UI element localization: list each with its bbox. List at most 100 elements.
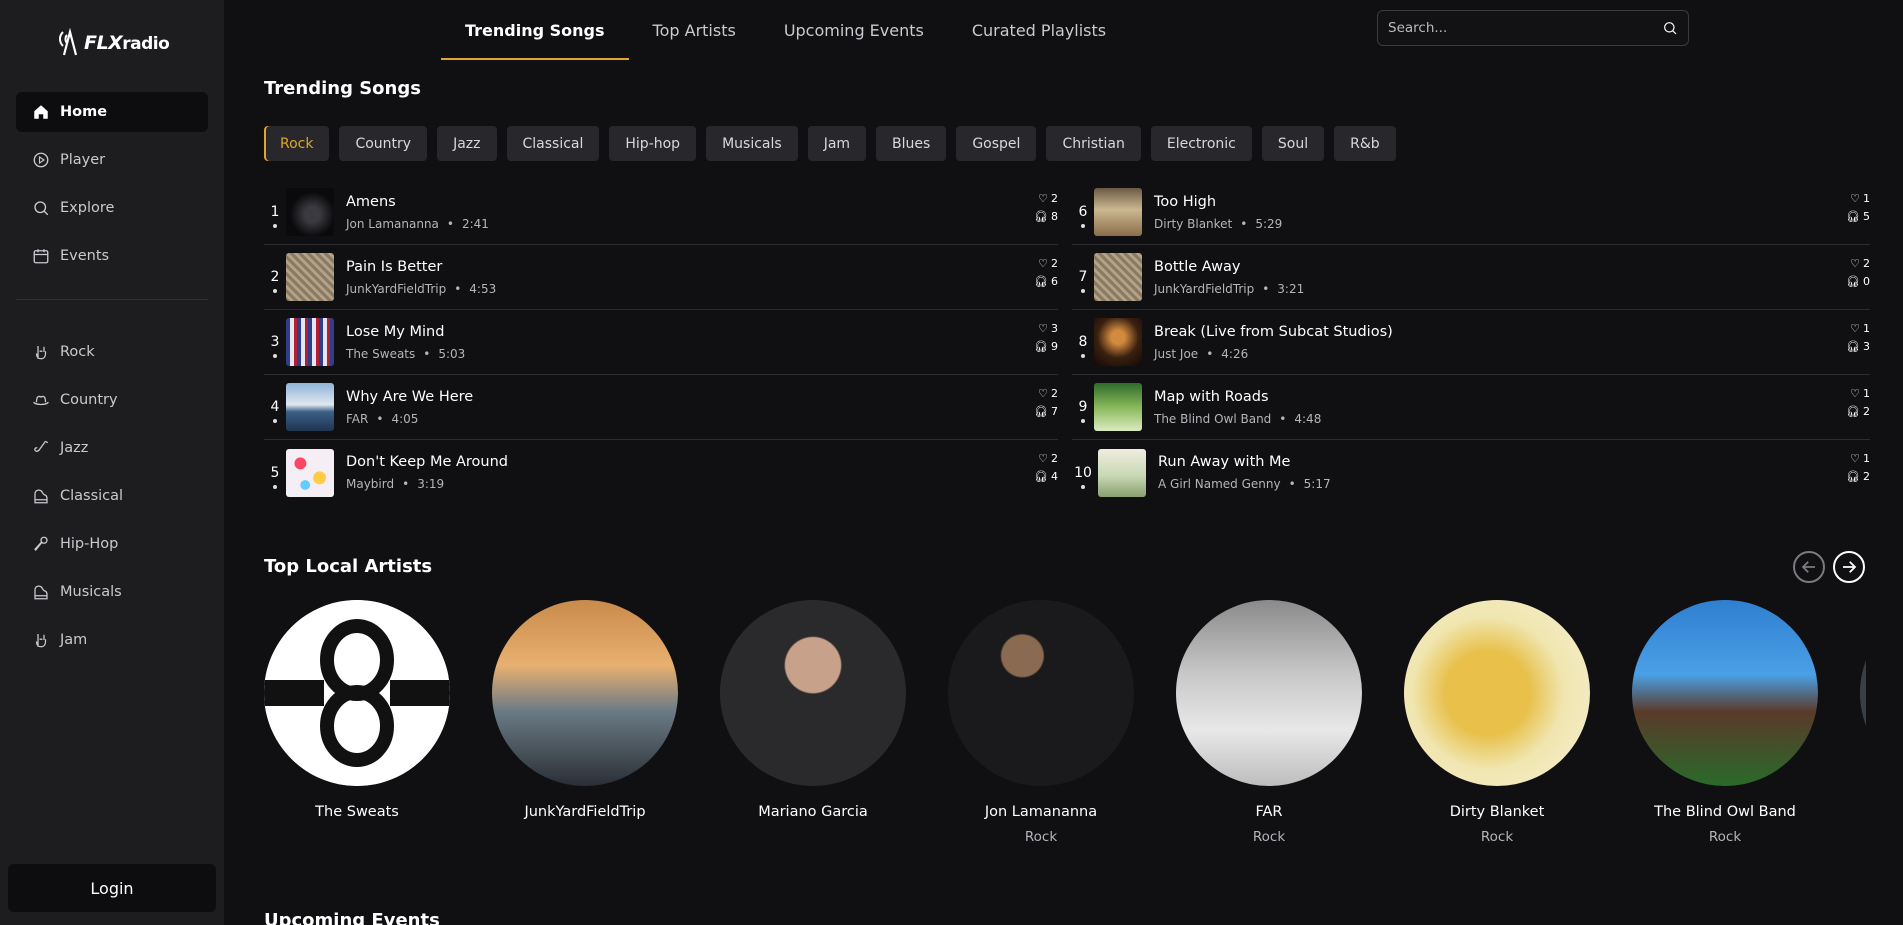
album-art[interactable] [286, 188, 334, 236]
song-artist[interactable]: Just Joe [1154, 347, 1198, 361]
song-row[interactable]: 6 Too High Dirty Blanket • 5:29 ♡ 1 🎧︎ 5 [1072, 180, 1870, 245]
like-stat[interactable]: ♡ 3 [1034, 320, 1058, 338]
album-art[interactable] [1094, 188, 1142, 236]
sidebar-item-home[interactable]: Home [16, 92, 208, 132]
sidebar-item-hip-hop[interactable]: Hip-Hop [16, 524, 208, 564]
album-art[interactable] [286, 253, 334, 301]
like-stat[interactable]: ♡ 2 [1034, 385, 1058, 403]
like-stat[interactable]: ♡ 1 [1846, 320, 1870, 338]
search-input[interactable] [1388, 20, 1662, 36]
sidebar-item-rock[interactable]: Rock [16, 332, 208, 372]
genre-chip-jazz[interactable]: Jazz [437, 126, 497, 161]
artist-card[interactable]: The Sweats [264, 600, 450, 829]
song-row[interactable]: 1 Amens Jon Lamananna • 2:41 ♡ 2 🎧︎ 8 [264, 180, 1058, 245]
album-art[interactable] [1094, 383, 1142, 431]
song-title[interactable]: Lose My Mind [346, 324, 1058, 340]
artist-name[interactable]: The Sweats [264, 804, 450, 820]
genre-chip-hip-hop[interactable]: Hip-hop [609, 126, 697, 161]
artist-name[interactable]: Mariano Garcia [720, 804, 906, 820]
song-artist[interactable]: Maybird [346, 477, 394, 491]
song-artist[interactable]: JunkYardFieldTrip [346, 282, 446, 296]
album-art[interactable] [1098, 448, 1146, 497]
song-title[interactable]: Why Are We Here [346, 389, 1058, 405]
tab-trending-songs[interactable]: Trending Songs [441, 0, 629, 60]
like-stat[interactable]: ♡ 2 [1846, 255, 1870, 273]
genre-chip-rnb[interactable]: R&b [1334, 126, 1396, 161]
song-artist[interactable]: JunkYardFieldTrip [1154, 282, 1254, 296]
artist-avatar[interactable] [264, 600, 450, 786]
like-stat[interactable]: ♡ 1 [1846, 450, 1870, 468]
song-title[interactable]: Pain Is Better [346, 259, 1058, 275]
sidebar-item-musicals[interactable]: Musicals [16, 572, 208, 612]
sidebar-item-classical[interactable]: Classical [16, 476, 208, 516]
artist-avatar[interactable] [1404, 600, 1590, 786]
genre-chip-musicals[interactable]: Musicals [706, 126, 798, 161]
artist-name[interactable]: Dirty Blanket [1404, 804, 1590, 820]
song-artist[interactable]: A Girl Named Genny [1158, 477, 1281, 491]
artist-avatar[interactable] [1176, 600, 1362, 786]
song-row[interactable]: 9 Map with Roads The Blind Owl Band • 4:48 ♡ 1… [1072, 375, 1870, 440]
song-row[interactable]: 7 Bottle Away JunkYardFieldTrip • 3:21 ♡ 2 🎧︎ 0 [1072, 245, 1870, 310]
album-art[interactable] [286, 318, 334, 366]
artist-name[interactable]: Jon Lamananna [948, 804, 1134, 820]
genre-chip-electronic[interactable]: Electronic [1150, 126, 1252, 161]
album-art[interactable] [1094, 318, 1142, 366]
like-stat[interactable]: ♡ 2 [1034, 255, 1058, 273]
tab-top-artists[interactable]: Top Artists [629, 0, 760, 60]
genre-chip-classical[interactable]: Classical [506, 126, 600, 161]
carousel-next-button[interactable] [1833, 551, 1865, 583]
artist-name[interactable]: FAR [1176, 804, 1362, 820]
artist-avatar[interactable] [720, 600, 906, 786]
artist-card-partial[interactable] [1860, 600, 1866, 786]
tab-upcoming-events[interactable]: Upcoming Events [760, 0, 948, 60]
song-row[interactable]: 5 Don't Keep Me Around Maybird • 3:19 ♡ 2 🎧︎ 4 [264, 440, 1058, 505]
artist-avatar[interactable] [1860, 600, 1866, 786]
song-artist[interactable]: The Sweats [346, 347, 415, 361]
song-artist[interactable]: Dirty Blanket [1154, 217, 1232, 231]
song-row[interactable]: 2 Pain Is Better JunkYardFieldTrip • 4:53 ♡ 2 🎧… [264, 245, 1058, 310]
song-title[interactable]: Don't Keep Me Around [346, 454, 1058, 470]
song-title[interactable]: Map with Roads [1154, 389, 1870, 405]
sidebar-item-jazz[interactable]: Jazz [16, 428, 208, 468]
like-stat[interactable]: ♡ 2 [1034, 450, 1058, 468]
song-artist[interactable]: FAR [346, 412, 368, 426]
song-title[interactable]: Bottle Away [1154, 259, 1870, 275]
song-row[interactable]: 3 Lose My Mind The Sweats • 5:03 ♡ 3 🎧︎ 9 [264, 310, 1058, 375]
album-art[interactable] [1094, 253, 1142, 301]
artist-avatar[interactable] [948, 600, 1134, 786]
artist-name[interactable]: The Blind Owl Band [1632, 804, 1818, 820]
genre-chip-soul[interactable]: Soul [1261, 126, 1325, 161]
song-title[interactable]: Run Away with Me [1158, 454, 1870, 470]
like-stat[interactable]: ♡ 1 [1846, 385, 1870, 403]
sidebar-item-player[interactable]: Player [16, 140, 208, 180]
song-row[interactable]: 10 Run Away with Me A Girl Named Genny • 5:1… [1072, 440, 1870, 505]
song-row[interactable]: 4 Why Are We Here FAR • 4:05 ♡ 2 🎧︎ 7 [264, 375, 1058, 440]
genre-chip-country[interactable]: Country [339, 126, 428, 161]
artist-card[interactable]: Dirty Blanket Rock [1404, 600, 1590, 845]
artist-card[interactable]: The Blind Owl Band Rock [1632, 600, 1818, 845]
artist-card[interactable]: Jon Lamananna Rock [948, 600, 1134, 845]
genre-chip-christian[interactable]: Christian [1046, 126, 1141, 161]
genre-chip-blues[interactable]: Blues [876, 126, 947, 161]
like-stat[interactable]: ♡ 2 [1034, 190, 1058, 208]
genre-chip-rock[interactable]: Rock [264, 126, 330, 161]
sidebar-item-country[interactable]: Country [16, 380, 208, 420]
tab-curated-playlists[interactable]: Curated Playlists [948, 0, 1130, 60]
artist-avatar[interactable] [1632, 600, 1818, 786]
album-art[interactable] [286, 448, 334, 497]
sidebar-item-jam[interactable]: Jam [16, 620, 208, 660]
song-artist[interactable]: The Blind Owl Band [1154, 412, 1271, 426]
artist-card[interactable]: JunkYardFieldTrip [492, 600, 678, 829]
search-icon[interactable] [1662, 20, 1678, 36]
sidebar-item-events[interactable]: Events [16, 236, 208, 276]
song-artist[interactable]: Jon Lamananna [346, 217, 439, 231]
sidebar-item-explore[interactable]: Explore [16, 188, 208, 228]
artist-card[interactable]: Mariano Garcia [720, 600, 906, 829]
song-row[interactable]: 8 Break (Live from Subcat Studios) Just Jo… [1072, 310, 1870, 375]
genre-chip-jam[interactable]: Jam [807, 126, 867, 161]
song-title[interactable]: Too High [1154, 194, 1870, 210]
song-title[interactable]: Amens [346, 194, 1058, 210]
artist-avatar[interactable] [492, 600, 678, 786]
artist-name[interactable]: JunkYardFieldTrip [492, 804, 678, 820]
album-art[interactable] [286, 383, 334, 431]
